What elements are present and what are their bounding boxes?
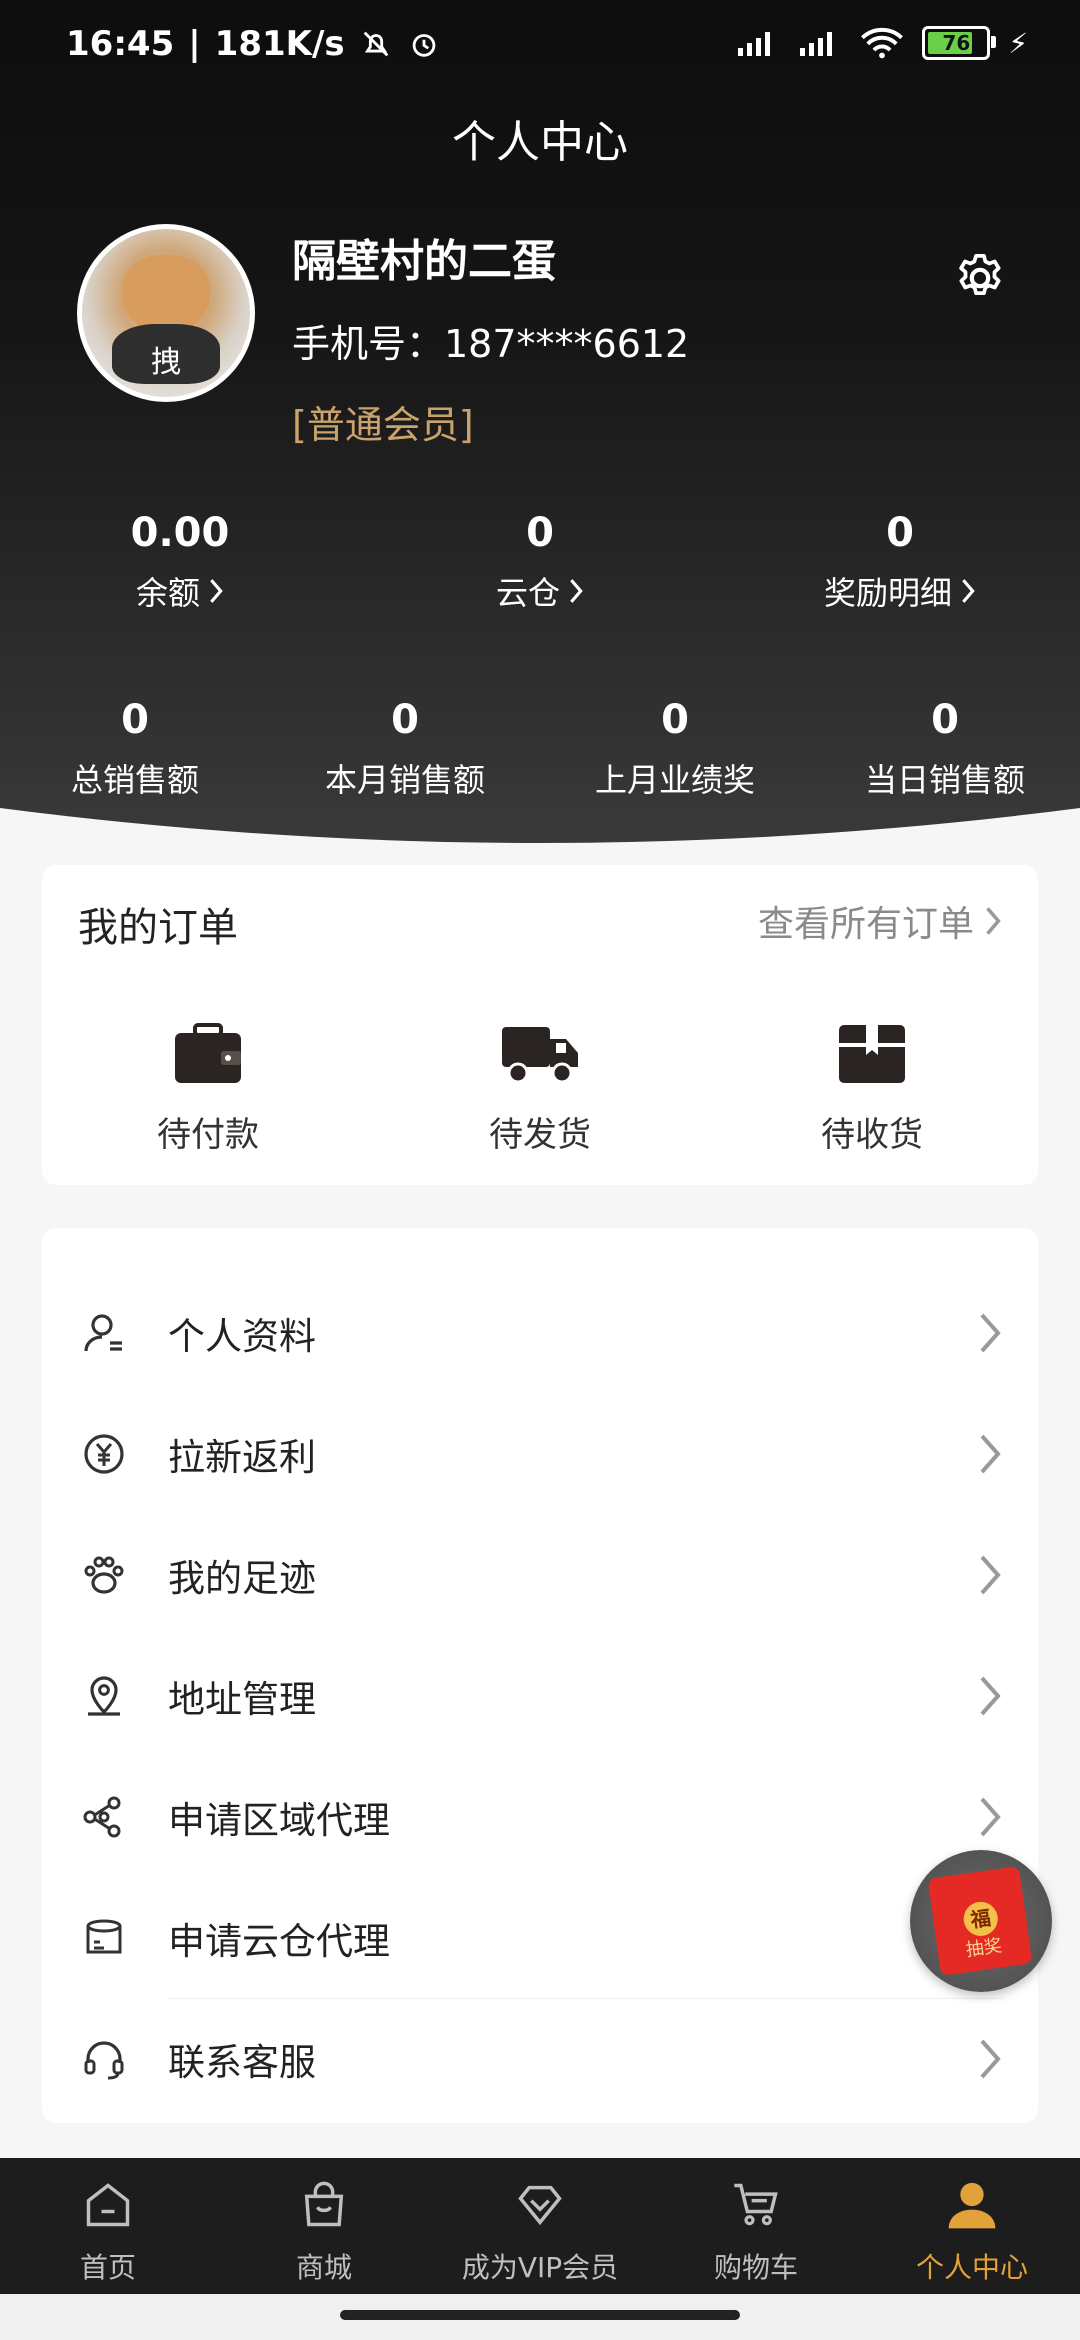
wallet-icon <box>175 1023 241 1083</box>
chevron-right-icon <box>980 1555 1001 1595</box>
bottom-tab-bar: 首页 商城 成为VIP会员 购物车 个人中心 <box>0 2158 1080 2294</box>
package-icon <box>839 1025 905 1083</box>
chevron-right-icon <box>980 1434 1001 1474</box>
chevron-right-icon <box>210 579 223 603</box>
stat-last-month-bonus: 0 上月业绩奖 <box>594 697 755 799</box>
tab-home[interactable]: 首页 <box>0 2158 216 2294</box>
cart-icon <box>734 2183 778 2226</box>
status-net-speed: 181K/s <box>214 24 345 64</box>
truck-icon <box>502 1027 578 1084</box>
page-title: 个人中心 <box>452 117 628 168</box>
tab-become-vip[interactable]: 成为VIP会员 <box>432 2158 648 2294</box>
diamond-icon <box>518 2185 562 2226</box>
username: 隔壁村的二蛋 <box>292 236 556 287</box>
chevron-right-icon <box>962 579 975 603</box>
chevron-right-icon <box>980 1313 1001 1353</box>
stat-rewards[interactable]: 0 奖励明细 <box>720 510 1080 614</box>
home-indicator[interactable] <box>340 2310 740 2320</box>
home-icon <box>86 2183 130 2227</box>
stat-balance[interactable]: 0.00 余额 <box>0 510 360 614</box>
headset-icon <box>84 2041 124 2080</box>
battery-icon: 76 <box>922 26 997 60</box>
menu-item-address[interactable]: 地址管理 <box>42 1636 1038 1756</box>
mute-bell-icon <box>363 31 388 57</box>
charging-icon: ⚡ <box>1008 26 1028 60</box>
chevron-right-icon <box>980 1797 1001 1837</box>
chevron-right-icon <box>980 2039 1001 2079</box>
alarm-icon <box>412 34 435 57</box>
order-pending-payment[interactable]: 待付款 <box>42 1015 374 1156</box>
tab-cart[interactable]: 购物车 <box>648 2158 864 2294</box>
status-bar: 16:45 | 181K/s 76 ⚡ <box>66 24 1028 64</box>
menu-item-regional-agent[interactable]: 申请区域代理 <box>42 1757 1038 1877</box>
view-all-orders-link[interactable]: 查看所有订单 <box>758 895 1002 947</box>
member-level-badge: [普通会员] <box>292 403 474 447</box>
tab-personal-center[interactable]: 个人中心 <box>864 2158 1080 2294</box>
red-envelope-icon: 福 抽奖 <box>927 1866 1033 1976</box>
stat-month-sales: 0 本月销售额 <box>324 697 485 799</box>
paw-icon <box>84 1556 124 1594</box>
signal-icon <box>738 32 771 56</box>
settings-menu: 个人资料 拉新返利 我的足迹 地址管理 申请区域代理 申请云仓代理 联系客服 <box>42 1228 1038 2123</box>
stat-cloud-warehouse[interactable]: 0 云仓 <box>360 510 720 614</box>
menu-item-customer-service[interactable]: 联系客服 <box>42 1999 1038 2119</box>
lucky-draw-floating-button[interactable]: 福 抽奖 <box>910 1850 1052 1992</box>
stat-total-sales: 0 总销售额 <box>70 697 199 799</box>
orders-title: 我的订单 <box>78 905 238 951</box>
sales-stats: 0 总销售额 0 本月销售额 0 上月业绩奖 0 当日销售额 <box>0 697 1080 801</box>
tab-mall[interactable]: 商城 <box>216 2158 432 2294</box>
gear-icon[interactable] <box>952 250 1008 306</box>
header-curve <box>0 808 1080 868</box>
order-pending-shipment[interactable]: 待发货 <box>374 1015 706 1156</box>
order-pending-receipt[interactable]: 待收货 <box>706 1015 1038 1156</box>
account-stats: 0.00 余额 0 云仓 0 奖励明细 <box>0 510 1080 614</box>
location-pin-icon <box>88 1676 120 1716</box>
stat-daily-sales: 0 当日销售额 <box>864 697 1025 799</box>
chevron-right-icon <box>570 579 583 603</box>
avatar[interactable]: 拽 <box>77 224 255 402</box>
phone-number: 手机号：187****6612 <box>292 322 690 366</box>
user-icon <box>948 2182 996 2229</box>
chevron-right-icon <box>986 907 1001 935</box>
status-time: 16:45 <box>66 24 175 64</box>
menu-item-footprint[interactable]: 我的足迹 <box>42 1515 1038 1635</box>
warehouse-icon <box>86 1919 122 1954</box>
shopping-bag-icon <box>304 2181 344 2227</box>
share-nodes-icon <box>83 1796 121 1838</box>
yuan-coin-icon <box>84 1434 124 1474</box>
orders-card: 我的订单 查看所有订单 待付款 待发货 待收货 <box>42 865 1038 1185</box>
menu-item-cloud-warehouse-agent[interactable]: 申请云仓代理 <box>42 1878 1038 1998</box>
menu-item-referral-rebate[interactable]: 拉新返利 <box>42 1394 1038 1514</box>
chevron-right-icon <box>980 1676 1001 1716</box>
signal-icon <box>800 32 833 56</box>
menu-item-profile[interactable]: 个人资料 <box>42 1273 1038 1393</box>
wifi-icon <box>861 27 904 59</box>
profile-icon <box>84 1314 122 1352</box>
